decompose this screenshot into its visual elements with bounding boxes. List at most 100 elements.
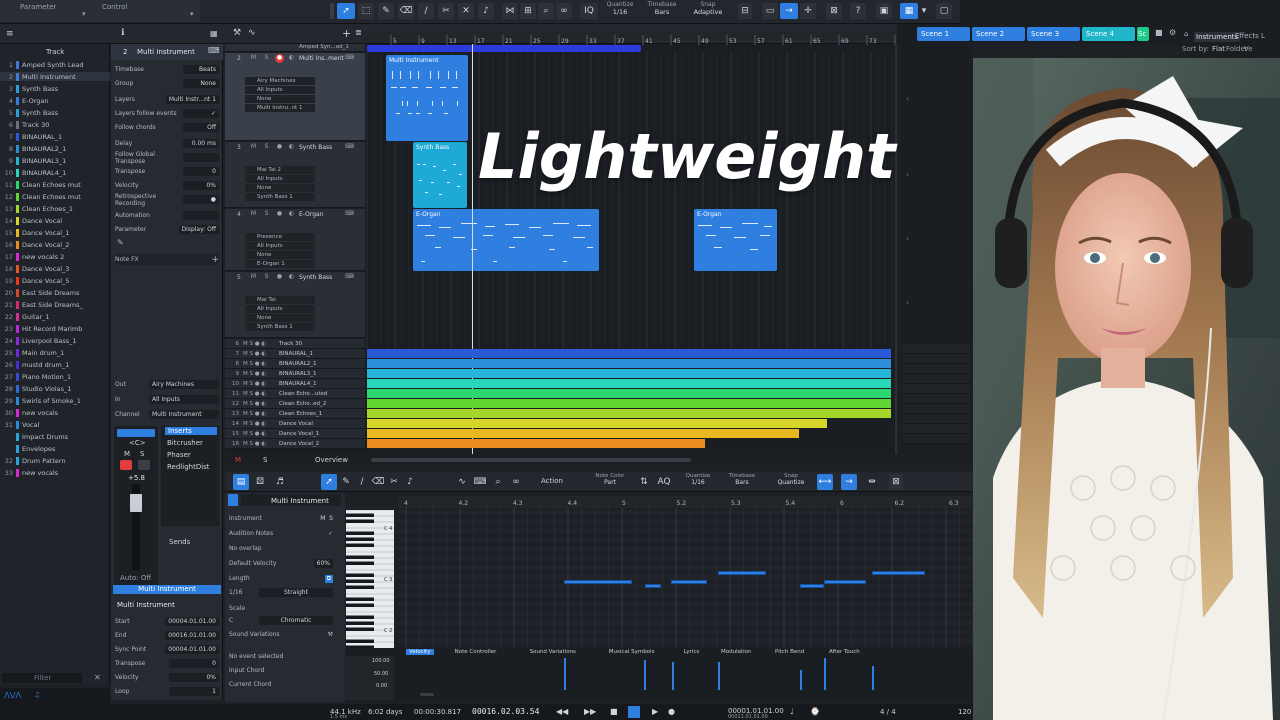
clip-dance-vocal-2[interactable]: [367, 439, 705, 448]
position-display[interactable]: 00016.02.03.54: [472, 707, 539, 716]
track-list-item[interactable]: 24 Liverpool Bass_1: [0, 336, 110, 345]
scene-3[interactable]: Scene 3: [1027, 27, 1080, 41]
mute-solo-buttons[interactable]: M S ● ◐: [243, 431, 279, 437]
velocity-tab[interactable]: Note Controller: [452, 649, 500, 655]
mini-track-header[interactable]: 10 M S ● ◐ BINAURAL4_1: [225, 379, 365, 389]
event-row-value[interactable]: 0: [169, 659, 219, 668]
note[interactable]: [564, 580, 632, 584]
solo-button[interactable]: S: [262, 210, 271, 219]
note[interactable]: [824, 580, 866, 584]
horizontal-scrollbar[interactable]: [371, 458, 691, 462]
home-icon[interactable]: ⌂: [1184, 30, 1188, 38]
checkbox-icon[interactable]: ✓: [328, 530, 333, 537]
track-list-item[interactable]: Envelopes: [0, 444, 110, 453]
inspector-row[interactable]: Transpose 0: [115, 166, 219, 177]
chevron-left-icon[interactable]: ‹: [906, 298, 909, 307]
sort-vendor[interactable]: Ve: [1244, 45, 1253, 53]
in-row[interactable]: In All Inputs: [115, 394, 219, 405]
track-list-item[interactable]: 3 Synth Bass: [0, 84, 110, 93]
insert-item[interactable]: Phaser: [167, 451, 191, 459]
loop-icon[interactable]: [628, 706, 640, 718]
mini-track-header[interactable]: 12 M S ● ◐ Clean Echo..ed_2: [225, 399, 365, 409]
inspector-row-value[interactable]: 0: [183, 167, 219, 176]
velocity-tab[interactable]: After Touch: [826, 649, 863, 655]
black-key[interactable]: [346, 597, 374, 602]
autoscroll-icon[interactable]: ▭: [762, 3, 778, 19]
mute-button[interactable]: M: [124, 450, 130, 458]
mini-track-header[interactable]: 16 M S ● ◐ Dance Vocal_2: [225, 439, 365, 449]
edit-icon[interactable]: ✎: [117, 238, 124, 247]
inspector-row[interactable]: Retrospective Recording ●: [115, 193, 219, 207]
track-list-item[interactable]: 27 Piano Motion_1: [0, 372, 110, 381]
bend-tool-icon[interactable]: ⋈: [502, 3, 518, 19]
velocity-tab[interactable]: Lyrics: [681, 649, 703, 655]
track-routing-field[interactable]: Mai Tai: [245, 296, 315, 304]
track-list-item[interactable]: 5 Synth Bass: [0, 108, 110, 117]
clip-clean-echoes-muted[interactable]: [367, 389, 891, 398]
keyboard-icon[interactable]: ⌨: [345, 143, 354, 152]
mute-all[interactable]: M: [235, 456, 241, 464]
mini-track-header[interactable]: 14 M S ● ◐ Dance Vocal: [225, 419, 365, 429]
track-list-item[interactable]: 28 Studio Violas_1: [0, 384, 110, 393]
mute-button[interactable]: M: [249, 54, 258, 63]
black-key[interactable]: [346, 615, 374, 620]
inspector-row-value[interactable]: 0%: [183, 181, 219, 190]
track-routing-field[interactable]: Synth Bass 1: [245, 193, 315, 201]
rewind-icon[interactable]: ◀◀: [556, 707, 568, 716]
keyboard-icon[interactable]: ⌨: [345, 210, 354, 219]
mute-button[interactable]: M: [249, 143, 258, 152]
eraser-tool-icon[interactable]: ⌫: [398, 3, 414, 19]
piano-keyboard[interactable]: C 4 C 3 C 2: [346, 509, 394, 649]
scale-root[interactable]: C: [229, 617, 233, 624]
grid-view-icon[interactable]: ▦: [210, 29, 218, 38]
overview-button[interactable]: Overview: [315, 456, 348, 464]
link-icon[interactable]: ∞: [556, 3, 572, 19]
insert-item[interactable]: RedlightDist: [167, 463, 210, 471]
split-view-icon[interactable]: ⇹: [865, 474, 879, 490]
grid-icon[interactable]: ⊠: [889, 474, 903, 490]
snap-selector[interactable]: Snap Adaptive: [688, 1, 728, 21]
mini-track-header[interactable]: 7M S ● ◐ BINAURAL_1: [225, 349, 365, 359]
drum-icon[interactable]: ⚄: [253, 474, 267, 490]
note[interactable]: [800, 584, 824, 588]
track-list-item[interactable]: 30 new vocals: [0, 408, 110, 417]
stop-icon[interactable]: ■: [1155, 28, 1163, 37]
timebase-selector[interactable]: Timebase Bars: [644, 1, 680, 21]
track-list-item[interactable]: 2 Multi Instrument: [0, 72, 110, 81]
record-arm-button[interactable]: ●: [275, 210, 284, 219]
mute-button[interactable]: M: [249, 210, 258, 219]
track-header[interactable]: 5 M S ● ◐ Synth Bass ⌨ Mai Tai All Inputs None Syn…: [225, 272, 365, 338]
pan-knob[interactable]: [117, 429, 155, 437]
track-list-item[interactable]: 16 Dance Vocal_2: [0, 240, 110, 249]
record-button[interactable]: [120, 460, 132, 470]
paint-tool-icon[interactable]: /: [418, 3, 434, 19]
note-fx-row[interactable]: Note FX +: [115, 254, 219, 265]
velocity-bar[interactable]: [564, 658, 566, 690]
track-list-item[interactable]: 29 Swirls of Smoke_1: [0, 396, 110, 405]
zoom-tool-icon[interactable]: ⊞: [520, 3, 536, 19]
length-values-row[interactable]: 1/16 Straight: [229, 587, 333, 598]
track-list-item[interactable]: 14 Dance Vocal: [0, 216, 110, 225]
audio-icon[interactable]: ♬: [273, 474, 287, 490]
mini-track-header[interactable]: 13 M S ● ◐ Clean Echoes_1: [225, 409, 365, 419]
automation-icon[interactable]: ∿: [248, 28, 256, 38]
track-list-item[interactable]: 25 Main drum_1: [0, 348, 110, 357]
event-row-value[interactable]: 00004.01.01.00: [165, 617, 219, 626]
mute-solo-buttons[interactable]: M S ● ◐: [243, 351, 279, 357]
follow-icon[interactable]: →: [841, 474, 857, 490]
audition-row[interactable]: Audition Notes ✓: [229, 528, 333, 539]
piano-icon[interactable]: ⌨: [473, 474, 487, 490]
clip-synth-bass[interactable]: Synth Bass: [413, 142, 467, 208]
scale-values-row[interactable]: C Chromatic: [229, 615, 333, 626]
track-list-item[interactable]: 18 Dance Vocal_3: [0, 264, 110, 273]
inspector-row[interactable]: Follow Global Transpose: [115, 151, 219, 165]
record-icon[interactable]: ●: [668, 707, 675, 716]
length-lock-icon[interactable]: ⧉: [324, 574, 333, 583]
sound-variations-row[interactable]: Sound Variations ⚒: [229, 629, 333, 640]
track-routing-field[interactable]: None: [245, 251, 315, 259]
arrange-scrollbar[interactable]: [895, 44, 897, 454]
quantize-selector[interactable]: Quantize 1/16: [602, 1, 638, 21]
add-track-icon[interactable]: +: [342, 27, 351, 40]
tool-icon[interactable]: ⚒: [233, 28, 241, 38]
track-list-item[interactable]: 8 BINAURAL2_1: [0, 144, 110, 153]
